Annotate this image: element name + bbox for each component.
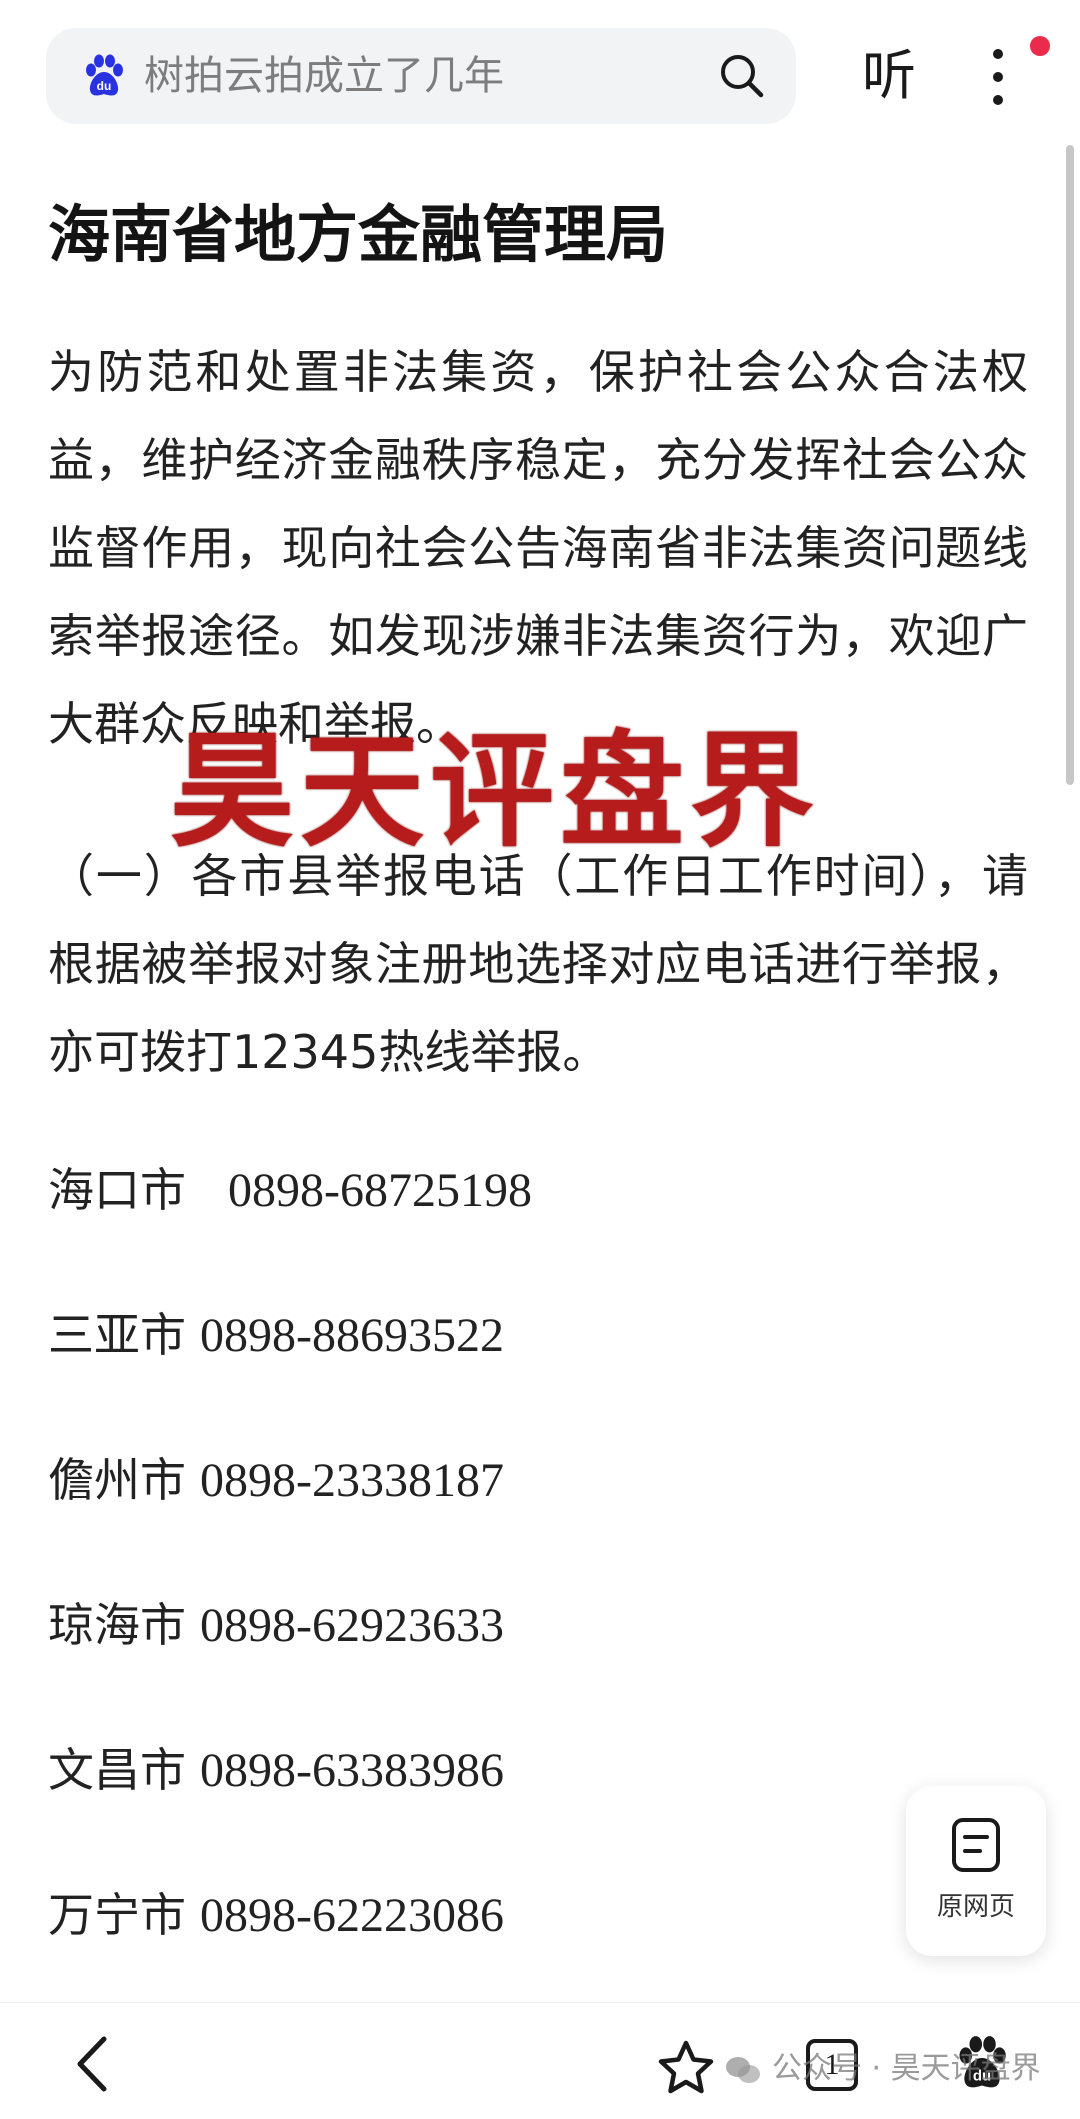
city-name: 三亚市 (48, 1308, 186, 1362)
bottom-nav-bar: 1 du 公众号 · 昊天评盘界 (0, 2002, 1080, 2119)
notification-dot (1030, 36, 1050, 56)
hotline-row: 儋州市 0898-23338187 (48, 1440, 504, 1520)
search-query-text[interactable]: 树拍云拍成立了几年 (144, 50, 504, 102)
city-name: 琼海市 (48, 1598, 186, 1652)
hotline-row: 三亚市 0898-88693522 (48, 1295, 504, 1375)
search-box[interactable]: du 树拍云拍成立了几年 (46, 28, 796, 124)
listen-button[interactable]: 听 (862, 36, 916, 116)
article-paragraph-hotline-intro: （一）各市县举报电话（工作日工作时间），请根据被举报对象注册地选择对应电话进行举… (48, 849, 1028, 1079)
watermark-overlay-text: 昊天评盘界 (170, 720, 821, 864)
city-name: 万宁市 (48, 1888, 186, 1942)
original-page-button[interactable]: 原网页 (906, 1786, 1046, 1956)
top-bar: du 树拍云拍成立了几年 听 (0, 0, 1080, 150)
baidu-paw-icon: du (86, 54, 123, 96)
wechat-icon (726, 2056, 760, 2083)
phone-number[interactable]: 0898-23338187 (200, 1454, 504, 1507)
phone-number[interactable]: 0898-63383986 (200, 1744, 504, 1797)
scrollbar-thumb[interactable] (1066, 145, 1074, 785)
hotline-row: 琼海市 0898-62923633 (48, 1585, 504, 1665)
document-icon (952, 1818, 1000, 1872)
search-icon[interactable] (716, 50, 768, 102)
phone-number[interactable]: 0898-62923633 (200, 1599, 504, 1652)
star-icon[interactable] (656, 2039, 716, 2097)
phone-number[interactable]: 0898-88693522 (200, 1309, 504, 1362)
city-name: 文昌市 (48, 1743, 186, 1797)
phone-number[interactable]: 0898-62223086 (200, 1889, 504, 1942)
article-paragraph-intro: 为防范和处置非法集资，保护社会公众合法权益，维护经济金融秩序稳定，充分发挥社会公… (48, 345, 1028, 751)
wechat-watermark-text: 公众号 · 昊天评盘界 (772, 2051, 1041, 2086)
phone-number[interactable]: 0898-68725198 (228, 1164, 532, 1217)
city-name: 儋州市 (48, 1453, 186, 1507)
more-vertical-icon[interactable] (980, 46, 1016, 108)
wechat-account-watermark: 公众号 · 昊天评盘界 (724, 2049, 1041, 2089)
hotline-row: 文昌市 0898-63383986 (48, 1730, 504, 1810)
back-arrow-icon[interactable] (70, 2033, 114, 2095)
article-title: 海南省地方金融管理局 (48, 198, 669, 271)
city-name: 海口市 (48, 1163, 186, 1217)
original-page-label: 原网页 (936, 1892, 1015, 1922)
svg-text:du: du (97, 79, 112, 93)
hotline-row: 万宁市 0898-62223086 (48, 1875, 504, 1955)
hotline-row: 海口市 0898-68725198 (48, 1150, 532, 1230)
browser-page: du 树拍云拍成立了几年 听 海南省地方金融管理局 为防范和处置非法集资，保护社… (0, 0, 1080, 2119)
